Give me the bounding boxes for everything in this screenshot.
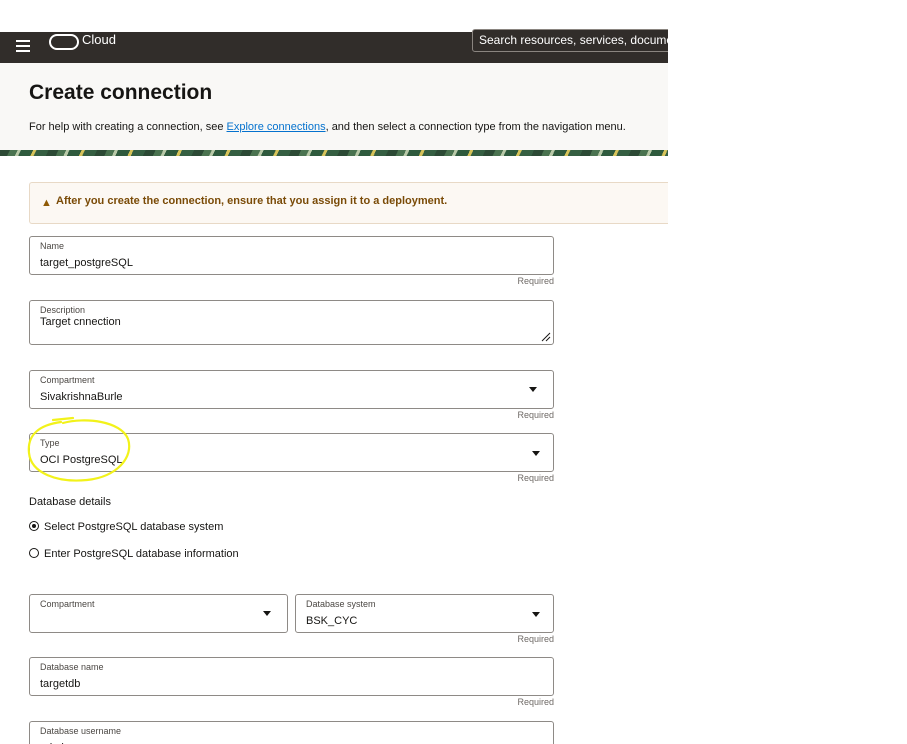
db-compartment-label: Compartment: [40, 599, 95, 609]
db-compartment-select[interactable]: Compartment: [29, 594, 288, 633]
name-field[interactable]: Name target_postgreSQL: [29, 236, 554, 275]
type-required-hint: Required: [517, 473, 554, 483]
compartment-value: SivakrishnaBurle: [40, 391, 123, 403]
database-system-value: BSK_CYC: [306, 615, 358, 627]
radio-enter-db-info[interactable]: Enter PostgreSQL database information: [29, 548, 239, 560]
search-box[interactable]: [472, 29, 668, 52]
page-title: Create connection: [29, 81, 213, 104]
database-name-field[interactable]: Database name targetdb: [29, 657, 554, 696]
name-value[interactable]: target_postgreSQL: [40, 257, 133, 269]
compartment-required-hint: Required: [517, 410, 554, 420]
hamburger-menu-icon[interactable]: [16, 40, 30, 53]
app-window: Cloud Create connection For help with cr…: [0, 0, 668, 744]
warning-text: After you create the connection, ensure …: [56, 195, 448, 207]
chevron-down-icon[interactable]: [532, 612, 540, 617]
description-field[interactable]: Description Target cnnection: [29, 300, 554, 345]
database-username-field[interactable]: Database username admin: [29, 721, 554, 744]
name-label: Name: [40, 241, 65, 251]
resize-handle-icon[interactable]: [541, 332, 551, 342]
type-value: OCI PostgreSQL: [40, 454, 123, 466]
decorative-banner: [0, 150, 668, 156]
database-username-label: Database username: [40, 726, 122, 736]
database-details-heading: Database details: [29, 496, 111, 508]
description-label: Description: [40, 305, 86, 315]
page-header: Create connection For help with creating…: [0, 63, 668, 151]
chevron-down-icon[interactable]: [532, 451, 540, 456]
radio-select-db-system[interactable]: Select PostgreSQL database system: [29, 521, 223, 533]
name-required-hint: Required: [517, 276, 554, 286]
database-system-required-hint: Required: [517, 634, 554, 644]
explore-connections-link[interactable]: Explore connections: [227, 121, 326, 133]
radio-unchecked-icon[interactable]: [29, 548, 39, 558]
warning-alert: ▲ After you create the connection, ensur…: [29, 182, 668, 224]
radio-enter-db-info-label: Enter PostgreSQL database information: [44, 548, 239, 560]
database-name-value[interactable]: targetdb: [40, 678, 80, 690]
help-text-suffix: , and then select a connection type from…: [325, 121, 626, 133]
search-input[interactable]: [479, 33, 668, 47]
compartment-label: Compartment: [40, 375, 95, 385]
database-system-select[interactable]: Database system BSK_CYC: [295, 594, 554, 633]
database-name-required-hint: Required: [517, 697, 554, 707]
type-select[interactable]: Type OCI PostgreSQL: [29, 433, 554, 472]
brand-name: Cloud: [82, 32, 116, 47]
warning-triangle-icon: ▲: [41, 197, 52, 209]
type-label: Type: [40, 438, 60, 448]
radio-select-db-system-label: Select PostgreSQL database system: [44, 521, 224, 533]
chevron-down-icon[interactable]: [529, 387, 537, 392]
description-value[interactable]: Target cnnection: [40, 316, 121, 328]
database-system-label: Database system: [306, 599, 376, 609]
compartment-select[interactable]: Compartment SivakrishnaBurle: [29, 370, 554, 409]
top-navigation-bar: Cloud: [0, 29, 668, 63]
help-text-prefix: For help with creating a connection, see: [29, 121, 227, 133]
chevron-down-icon[interactable]: [263, 611, 271, 616]
help-text: For help with creating a connection, see…: [29, 121, 626, 133]
database-name-label: Database name: [40, 662, 104, 672]
radio-checked-icon[interactable]: [29, 521, 39, 531]
oracle-logo-icon[interactable]: [49, 34, 79, 50]
